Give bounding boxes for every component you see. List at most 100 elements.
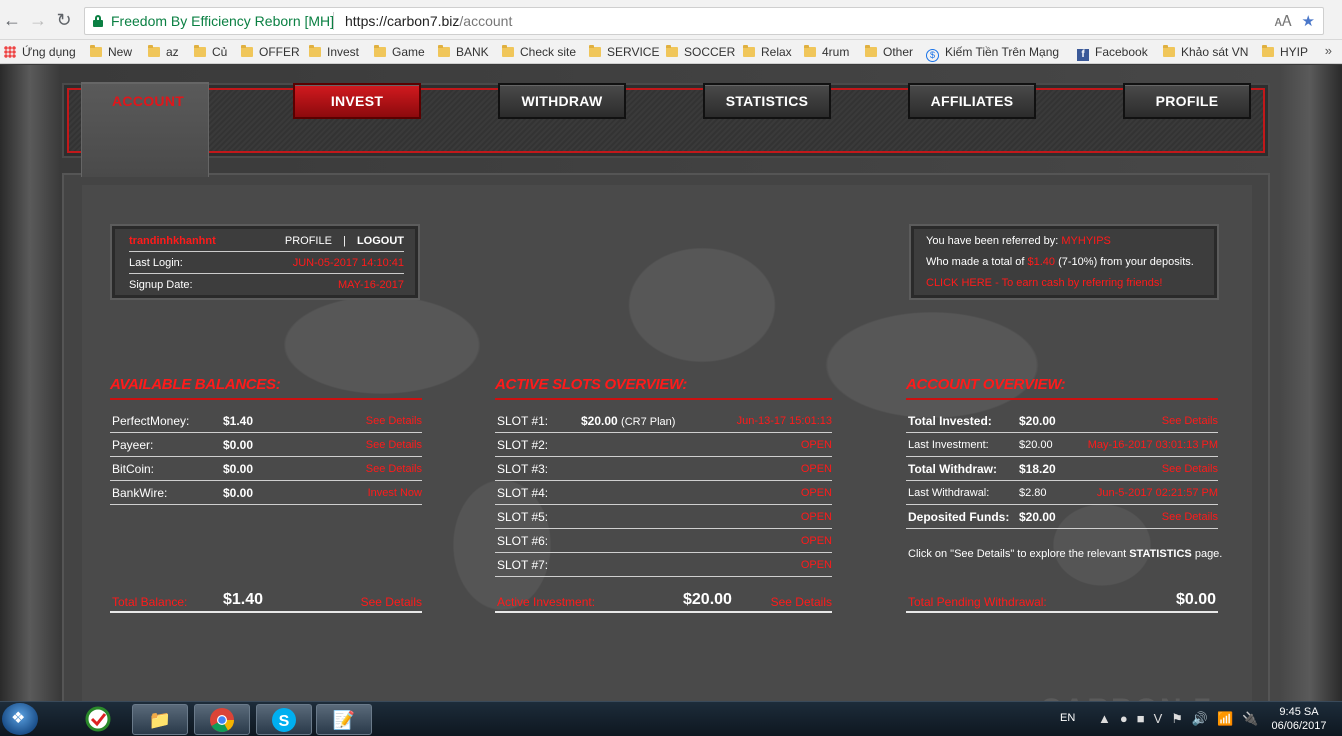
see-details-link[interactable]: See Details — [361, 595, 422, 609]
bookmarks-more-icon[interactable]: » — [1325, 43, 1332, 58]
tray-expand-icon[interactable]: ▲ — [1098, 711, 1111, 726]
bookmark-link[interactable]: f Facebook — [1077, 44, 1148, 61]
tab-invest[interactable]: INVEST — [293, 83, 421, 119]
see-details-link[interactable]: See Details — [771, 595, 832, 609]
signup-date-label: Signup Date: — [129, 279, 193, 291]
browser-toolbar: ← → ↻ Freedom By Efficiency Reborn [MH] … — [0, 0, 1342, 40]
last-withdrawal-date: Jun-5-2017 02:21:57 PM — [1096, 487, 1218, 499]
bookmark-folder[interactable]: New — [90, 44, 132, 60]
signup-date-value: MAY-16-2017 — [337, 279, 404, 291]
folder-icon — [743, 45, 755, 57]
slot-row: SLOT #3: OPEN — [495, 457, 832, 481]
bookmark-link[interactable]: $ Kiếm Tiền Trên Mạng — [926, 44, 1059, 62]
see-details-link[interactable]: See Details — [1162, 457, 1218, 481]
overview-row: Total Invested: $20.00 See Details — [906, 409, 1218, 433]
bookmark-apps[interactable]: Ứng dụng — [4, 44, 76, 60]
balance-row: Payeer: $0.00 See Details — [110, 433, 422, 457]
slot-row: SLOT #5: OPEN — [495, 505, 832, 529]
tray-app-icon[interactable]: ■ — [1137, 711, 1145, 726]
slot-row: SLOT #2: OPEN — [495, 433, 832, 457]
web-page: ACCOUNT INVEST WITHDRAW STATISTICS AFFIL… — [0, 65, 1342, 701]
profile-link[interactable]: PROFILE — [285, 235, 332, 247]
slot-status[interactable]: OPEN — [801, 505, 832, 529]
forward-icon[interactable]: → — [28, 10, 48, 30]
bookmark-star-icon[interactable]: ★ — [1302, 13, 1315, 30]
balance-row: BitCoin: $0.00 See Details — [110, 457, 422, 481]
user-info-box: trandinhkhanhnt PROFILE | LOGOUT Last Lo… — [110, 224, 420, 300]
last-login-value: JUN-05-2017 14:10:41 — [292, 257, 404, 269]
last-investment-date: May-16-2017 03:01:13 PM — [1087, 439, 1218, 451]
see-details-link[interactable]: See Details — [366, 457, 422, 481]
reload-icon[interactable]: ↻ — [54, 10, 74, 30]
folder-icon — [438, 45, 450, 57]
see-details-link[interactable]: See Details — [366, 409, 422, 433]
bookmark-folder[interactable]: Invest — [309, 44, 359, 60]
slot-status[interactable]: OPEN — [801, 529, 832, 553]
invest-now-link[interactable]: Invest Now — [368, 481, 422, 505]
slot-status: Jun-13-17 15:01:13 — [736, 415, 832, 427]
bookmark-folder[interactable]: OFFER — [241, 44, 300, 60]
folder-icon — [589, 45, 601, 57]
slot-row: SLOT #6: OPEN — [495, 529, 832, 553]
folder-icon — [148, 45, 160, 57]
network-icon[interactable]: 📶 — [1217, 711, 1233, 726]
tab-profile[interactable]: PROFILE — [1123, 83, 1251, 119]
folder-icon — [666, 45, 678, 57]
slot-status[interactable]: OPEN — [801, 457, 832, 481]
bookmark-folder[interactable]: Củ — [194, 44, 227, 60]
slot-status[interactable]: OPEN — [801, 433, 832, 457]
slot-row: SLOT #4: OPEN — [495, 481, 832, 505]
see-details-link[interactable]: See Details — [1162, 409, 1218, 433]
chrome-icon[interactable] — [194, 704, 250, 735]
slot-row: SLOT #1: $20.00 (CR7 Plan) Jun-13-17 15:… — [495, 409, 832, 433]
language-indicator[interactable]: EN — [1060, 712, 1075, 724]
slot-status[interactable]: OPEN — [801, 553, 832, 577]
tray-app-icon[interactable]: ● — [1120, 711, 1128, 726]
file-explorer-icon[interactable]: 📁 — [132, 704, 188, 735]
bookmark-folder[interactable]: Other — [865, 44, 913, 60]
tab-statistics[interactable]: STATISTICS — [703, 83, 831, 119]
tab-account[interactable]: ACCOUNT — [81, 82, 209, 177]
tray-app-icon[interactable]: V — [1154, 711, 1163, 726]
notepad-icon[interactable]: 📝 — [316, 704, 372, 735]
tab-affiliates[interactable]: AFFILIATES — [908, 83, 1036, 119]
power-icon[interactable]: 🔌 — [1242, 711, 1258, 726]
bookmark-folder[interactable]: Check site — [502, 44, 576, 60]
folder-icon — [374, 45, 386, 57]
money-icon: $ — [926, 49, 939, 62]
bookmark-folder[interactable]: SOCCER — [666, 44, 735, 60]
slot-status[interactable]: OPEN — [801, 481, 832, 505]
see-details-link[interactable]: See Details — [1162, 505, 1218, 529]
bookmark-folder[interactable]: Khảo sát VN — [1163, 44, 1248, 60]
address-bar[interactable]: Freedom By Efficiency Reborn [MH] https:… — [84, 7, 1324, 35]
flag-icon[interactable]: ⚑ — [1171, 711, 1183, 726]
bookmark-folder[interactable]: BANK — [438, 44, 489, 60]
statistics-note: Click on "See Details" to explore the re… — [908, 548, 1223, 560]
volume-icon[interactable]: 🔊 — [1192, 711, 1208, 726]
tab-withdraw[interactable]: WITHDRAW — [498, 83, 626, 119]
folder-icon — [865, 45, 877, 57]
slot-row: SLOT #7: OPEN — [495, 553, 832, 577]
referral-cta-link[interactable]: CLICK HERE - To earn cash by referring f… — [926, 277, 1162, 289]
bookmark-folder[interactable]: Relax — [743, 44, 792, 60]
bookmark-folder[interactable]: SERVICE — [589, 44, 659, 60]
logout-link[interactable]: LOGOUT — [357, 235, 404, 247]
apps-icon — [4, 46, 16, 58]
start-button[interactable] — [2, 703, 38, 735]
bookmark-folder[interactable]: 4rum — [804, 44, 849, 60]
see-details-link[interactable]: See Details — [366, 433, 422, 457]
system-clock[interactable]: 9:45 SA 06/06/2017 — [1264, 705, 1334, 733]
bookmark-folder[interactable]: Game — [374, 44, 425, 60]
total-balance-row: Total Balance: $1.40 See Details — [110, 591, 422, 613]
back-icon[interactable]: ← — [2, 10, 22, 30]
skype-icon[interactable]: S — [256, 704, 312, 735]
referral-earned-amount: $1.40 — [1027, 256, 1056, 268]
total-balance-amount: $1.40 — [223, 591, 264, 608]
bookmark-folder[interactable]: HYIP — [1262, 44, 1308, 60]
folder-icon — [309, 45, 321, 57]
facebook-icon: f — [1077, 49, 1089, 61]
translate-icon[interactable]: 🗚 — [1275, 13, 1292, 30]
url-text[interactable]: https://carbon7.biz/account — [345, 13, 512, 29]
bookmark-folder[interactable]: az — [148, 44, 179, 60]
app-icon-green[interactable] — [70, 704, 126, 735]
